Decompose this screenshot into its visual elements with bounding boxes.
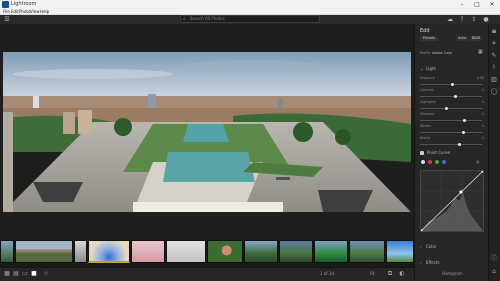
- whites-value[interactable]: 0: [472, 124, 484, 128]
- thumbnail[interactable]: [244, 240, 278, 263]
- loupe-view-icon[interactable]: ■: [30, 270, 38, 278]
- minimize-button[interactable]: –: [455, 0, 469, 9]
- thumbnail[interactable]: [74, 240, 87, 263]
- search-placeholder: Search All Photos: [190, 16, 225, 21]
- curve-green-channel-icon[interactable]: [435, 160, 439, 164]
- effects-section-header[interactable]: Effects: [426, 260, 440, 265]
- brush-icon[interactable]: ⌇: [490, 64, 498, 72]
- profile-select[interactable]: Adobe Color: [432, 51, 453, 56]
- shadows-value[interactable]: 0: [472, 112, 484, 116]
- light-section-header[interactable]: Light: [426, 66, 436, 71]
- tool-strip: [488, 24, 500, 281]
- thumbnail[interactable]: [207, 240, 243, 263]
- shadows-label: Shadows: [420, 112, 435, 116]
- tag-icon[interactable]: ⌂: [490, 268, 498, 276]
- grid-view-icon[interactable]: ▦: [3, 270, 11, 278]
- edit-panel: [414, 24, 488, 281]
- thumbnail[interactable]: [386, 240, 414, 263]
- info-icon[interactable]: ⓘ: [490, 255, 498, 263]
- tone-curve-graph[interactable]: [419, 169, 485, 233]
- thumbnail[interactable]: [131, 240, 165, 263]
- curve-blue-channel-icon[interactable]: [442, 160, 446, 164]
- highlights-slider[interactable]: [420, 107, 482, 110]
- thumbnail[interactable]: [0, 240, 14, 263]
- shadows-slider[interactable]: [420, 119, 482, 122]
- filmstrip-info: 1 of 34: [320, 271, 335, 276]
- histogram-toggle[interactable]: Histogram: [442, 270, 463, 278]
- main-photo[interactable]: [3, 52, 411, 212]
- edit-sliders-icon[interactable]: ≡: [490, 28, 498, 36]
- thumbnail[interactable]: [166, 240, 206, 263]
- app-logo-icon: [2, 1, 9, 8]
- before-after-icon[interactable]: ◐: [398, 270, 406, 278]
- highlights-value[interactable]: 0: [472, 100, 484, 104]
- thumbnail[interactable]: [349, 240, 385, 263]
- exposure-slider-knob[interactable]: [451, 83, 454, 86]
- point-curve-checkbox[interactable]: [420, 151, 424, 155]
- thumbnail[interactable]: [314, 240, 348, 263]
- close-button[interactable]: ✕: [485, 0, 499, 9]
- thumbnail[interactable]: [88, 240, 130, 263]
- bw-button[interactable]: B&W: [470, 36, 482, 41]
- linear-gradient-icon[interactable]: ▥: [490, 76, 498, 84]
- whites-label: Whites: [420, 124, 431, 128]
- presets-button[interactable]: Presets: [420, 36, 438, 41]
- effects-expand-icon[interactable]: ›: [420, 260, 422, 265]
- blacks-value[interactable]: 0: [472, 136, 484, 140]
- sidebar-toggle-icon[interactable]: ☰: [3, 15, 11, 24]
- profile-browser-icon[interactable]: ▦: [478, 50, 483, 55]
- blacks-slider[interactable]: [420, 143, 482, 146]
- account-icon[interactable]: ●: [482, 15, 490, 24]
- cloud-sync-icon[interactable]: ☁: [446, 15, 454, 24]
- detail-view-icon[interactable]: ▭: [21, 270, 29, 278]
- highlights-slider-knob[interactable]: [444, 107, 448, 110]
- exposure-value[interactable]: 0.00: [472, 76, 484, 80]
- search-icon: ⌕: [183, 16, 186, 22]
- thumbnail-selected[interactable]: [15, 240, 73, 263]
- thumbnail[interactable]: [279, 240, 313, 263]
- color-section-header[interactable]: Color: [426, 244, 436, 249]
- blacks-label: Blacks: [420, 136, 431, 140]
- search-input[interactable]: ⌕ Search All Photos: [180, 15, 320, 23]
- panel-title: Edit: [420, 28, 430, 34]
- title-bar: [0, 0, 500, 9]
- contrast-label: Contrast: [420, 88, 434, 92]
- square-grid-icon[interactable]: ▤: [12, 270, 20, 278]
- contrast-value[interactable]: 0: [472, 88, 484, 92]
- curve-rgb-channel-icon[interactable]: [421, 160, 425, 164]
- maximize-button[interactable]: □: [470, 0, 484, 9]
- exposure-label: Exposure: [420, 76, 435, 80]
- curve-red-channel-icon[interactable]: [428, 160, 432, 164]
- auto-button[interactable]: Auto: [456, 36, 468, 41]
- curve-target-icon[interactable]: ◎: [476, 159, 480, 164]
- point-curve-label: Point Curve: [427, 150, 451, 155]
- zoom-select[interactable]: Fit: [370, 270, 375, 278]
- exposure-slider[interactable]: [420, 83, 482, 86]
- share-icon[interactable]: ⇪: [470, 15, 478, 24]
- window-title: Lightroom: [11, 1, 37, 7]
- healing-brush-icon[interactable]: ✎: [490, 52, 498, 60]
- bottom-bar: [0, 267, 414, 281]
- contrast-slider[interactable]: [420, 95, 482, 98]
- help-icon[interactable]: ?: [458, 15, 466, 24]
- color-expand-icon[interactable]: ›: [420, 244, 422, 249]
- profile-label: Profile: [420, 51, 431, 55]
- whites-slider[interactable]: [420, 131, 482, 134]
- crop-icon[interactable]: ⌗: [490, 40, 498, 48]
- radial-gradient-icon[interactable]: ◯: [490, 88, 498, 96]
- star-rating-icon[interactable]: ☆: [42, 270, 50, 278]
- highlights-label: Highlights: [420, 100, 437, 104]
- light-expand-icon[interactable]: ⌄: [420, 66, 423, 71]
- compare-icon[interactable]: ⧉: [386, 270, 394, 278]
